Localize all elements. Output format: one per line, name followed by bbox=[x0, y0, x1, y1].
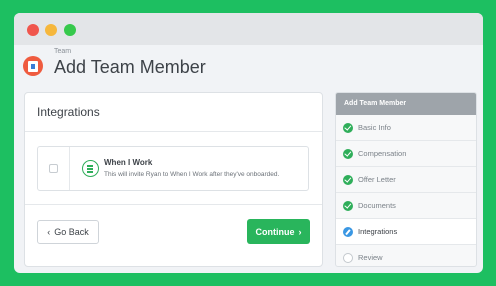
chevron-left-icon: ‹ bbox=[47, 227, 51, 237]
step-label: Review bbox=[358, 253, 383, 262]
go-back-label: Go Back bbox=[54, 227, 89, 237]
empty-circle-icon bbox=[343, 252, 353, 263]
page-title: Add Team Member bbox=[54, 57, 206, 77]
pencil-circle-icon bbox=[343, 226, 353, 237]
integration-checkbox[interactable] bbox=[49, 164, 58, 173]
breadcrumb[interactable]: Team bbox=[54, 48, 71, 55]
step-label: Integrations bbox=[358, 227, 398, 236]
title-bar bbox=[14, 13, 483, 45]
card-title: Integrations bbox=[37, 105, 100, 119]
step-integrations[interactable]: Integrations bbox=[336, 219, 476, 245]
integration-description: This will invite Ryan to When I Work aft… bbox=[104, 171, 280, 178]
continue-button[interactable]: Continue › bbox=[247, 219, 310, 244]
divider bbox=[69, 147, 70, 190]
sidebar-title: Add Team Member bbox=[336, 93, 476, 115]
check-circle-icon bbox=[343, 148, 353, 159]
continue-label: Continue bbox=[255, 226, 295, 237]
integration-row-when-i-work[interactable]: When I Work This will invite Ryan to Whe… bbox=[37, 146, 309, 191]
integrations-card: Integrations When I Work This will invit… bbox=[24, 92, 323, 267]
close-window-button[interactable] bbox=[27, 24, 39, 36]
check-circle-icon bbox=[343, 174, 353, 185]
minimize-window-button[interactable] bbox=[45, 24, 57, 36]
step-offer-letter[interactable]: Offer Letter bbox=[336, 167, 476, 193]
step-review[interactable]: Review bbox=[336, 245, 476, 266]
go-back-button[interactable]: ‹ Go Back bbox=[37, 220, 99, 244]
card-header: Integrations bbox=[25, 93, 322, 132]
step-documents[interactable]: Documents bbox=[336, 193, 476, 219]
step-compensation[interactable]: Compensation bbox=[336, 141, 476, 167]
app-window: Team Add Team Member Integrations When I… bbox=[14, 13, 483, 273]
check-circle-icon bbox=[343, 200, 353, 211]
step-label: Compensation bbox=[358, 149, 407, 158]
steps-sidebar: Add Team Member Basic Info Compensation … bbox=[335, 92, 477, 267]
when-i-work-icon bbox=[82, 160, 99, 177]
integration-name: When I Work bbox=[104, 158, 153, 167]
chevron-right-icon: › bbox=[298, 226, 302, 237]
check-circle-icon bbox=[343, 122, 353, 133]
maximize-window-button[interactable] bbox=[64, 24, 76, 36]
step-label: Basic Info bbox=[358, 123, 391, 132]
step-label: Documents bbox=[358, 201, 396, 210]
team-icon bbox=[23, 56, 43, 76]
card-footer: ‹ Go Back Continue › bbox=[25, 204, 322, 266]
step-basic-info[interactable]: Basic Info bbox=[336, 115, 476, 141]
step-label: Offer Letter bbox=[358, 175, 396, 184]
